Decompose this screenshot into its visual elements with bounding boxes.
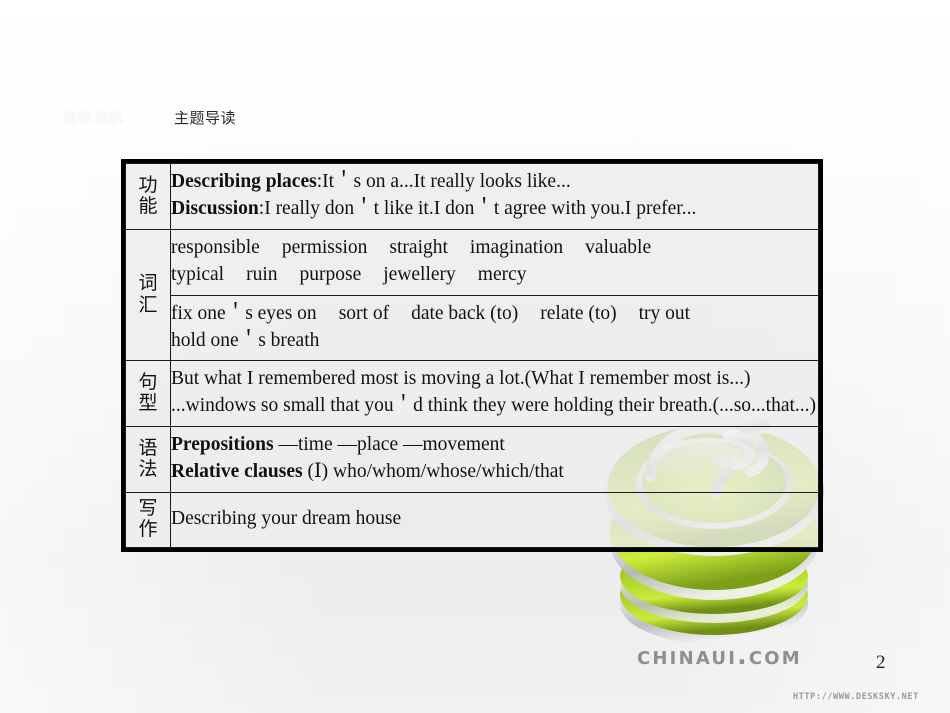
grammar-line-1-rest: —time —place —movement (273, 434, 505, 456)
vocab-words-line-2: typical ruin purpose jewellery mercy (171, 262, 818, 289)
grammar-line-2-bold: Relative clauses (171, 461, 303, 483)
chinaui-watermark: CHINAUI.COM (637, 641, 802, 670)
slide-nav: 课标导航 主题导读 (62, 107, 236, 128)
vocab-phrases: fix one＇s eyes on sort of date back (to) re… (171, 301, 818, 355)
grammar-line-1-bold: Prepositions (171, 434, 274, 456)
table-row-vocabulary-phrases: fix one＇s eyes on sort of date back (to) re… (126, 294, 819, 362)
nav-tab-zhuti-daodu[interactable]: 主题导读 (174, 107, 236, 128)
sentence-pattern-line: But what I remembered most is moving a l… (171, 368, 751, 390)
row-content-sentence-patterns: But what I remembered most is moving a l… (170, 360, 819, 428)
vocab-word: mercy (477, 263, 527, 285)
vocab-word: permission (281, 236, 368, 258)
source-url-watermark: HTTP://WWW.DESKSKY.NET (793, 692, 919, 702)
row-label-grammar: 语法 (125, 426, 171, 494)
row-label-writing-text: 写作 (138, 497, 158, 541)
vocab-phrase: relate (to) (540, 302, 617, 324)
grammar-line-1: Prepositions —time —place —movement (171, 432, 818, 459)
function-line-1-rest: :It＇s on a...It really looks like... (316, 171, 571, 192)
writing-line: Describing your dream house (171, 507, 402, 529)
topic-overview-table: 功能 Describing places:It＇s on a...It real… (121, 159, 823, 552)
row-content-vocabulary-words: responsible permission straight imagination… (170, 228, 819, 296)
row-label-vocabulary-text: 词汇 (138, 272, 158, 316)
vocab-word: straight (389, 236, 448, 258)
table-row-grammar: 语法 Prepositions —time —place —movement R… (125, 426, 819, 494)
function-line-2-bold: Discussion (171, 197, 259, 219)
vocab-phrase: sort of (338, 302, 390, 324)
table-row-vocabulary-words: 词汇 responsible permission straight imaginat… (125, 228, 819, 362)
row-content-vocabulary-phrases: fix one＇s eyes on sort of date back (to) re… (170, 294, 819, 362)
vocab-phrase: date back (to) (411, 302, 519, 324)
row-label-sentence-patterns-text: 句型 (138, 371, 158, 415)
vocab-word: jewellery (383, 263, 456, 285)
table-row-function: 功能 Describing places:It＇s on a...It real… (125, 163, 819, 230)
row-content-grammar: Prepositions —time —place —movement Rela… (170, 426, 819, 494)
grammar-line-2-rest: (Ⅰ) who/whom/whose/which/that (302, 461, 564, 483)
row-label-writing: 写作 (125, 492, 171, 548)
row-label-function: 功能 (125, 163, 171, 230)
vocab-word: purpose (299, 263, 362, 285)
vocab-phrase: fix one＇s eyes on (171, 302, 317, 324)
page-number: 2 (876, 652, 886, 673)
function-line-2-rest: :I really don＇t like it.I don＇t agree wi… (258, 197, 697, 219)
vocab-words-line-1: responsible permission straight imagination… (171, 235, 818, 262)
row-content-writing: Describing your dream house (170, 492, 819, 548)
row-label-function-text: 功能 (138, 173, 158, 217)
vocab-word: ruin (246, 263, 278, 285)
function-line-2: Discussion:I really don＇t like it.I don＇… (171, 196, 818, 223)
slide-canvas: 课标导航 主题导读 功能 Describing places:It＇s on a… (0, 0, 950, 713)
vocab-word: responsible (171, 236, 260, 258)
vocab-word: typical (171, 263, 225, 285)
sentence-pattern-line: ...windows so small that you＇d think the… (171, 395, 817, 417)
row-label-vocabulary: 词汇 (125, 228, 171, 362)
row-label-sentence-patterns: 句型 (125, 360, 171, 428)
vocab-phrase: hold one＇s breath (171, 329, 320, 351)
table-row-writing: 写作 Describing your dream house (125, 492, 819, 548)
table-row-sentence-patterns: 句型 But what I remembered most is moving … (125, 360, 819, 428)
grammar-line-2: Relative clauses (Ⅰ) who/whom/whose/whic… (171, 459, 818, 486)
function-line-1: Describing places:It＇s on a...It really … (171, 169, 818, 196)
vocab-phrase: try out (638, 302, 691, 324)
row-label-grammar-text: 语法 (138, 436, 158, 481)
nav-tab-kebiao-daohang[interactable]: 课标导航 (62, 107, 124, 128)
vocab-word: valuable (585, 236, 652, 258)
function-line-1-bold: Describing places (171, 171, 317, 192)
row-content-function: Describing places:It＇s on a...It really … (170, 163, 819, 230)
vocab-word: imagination (469, 236, 564, 258)
